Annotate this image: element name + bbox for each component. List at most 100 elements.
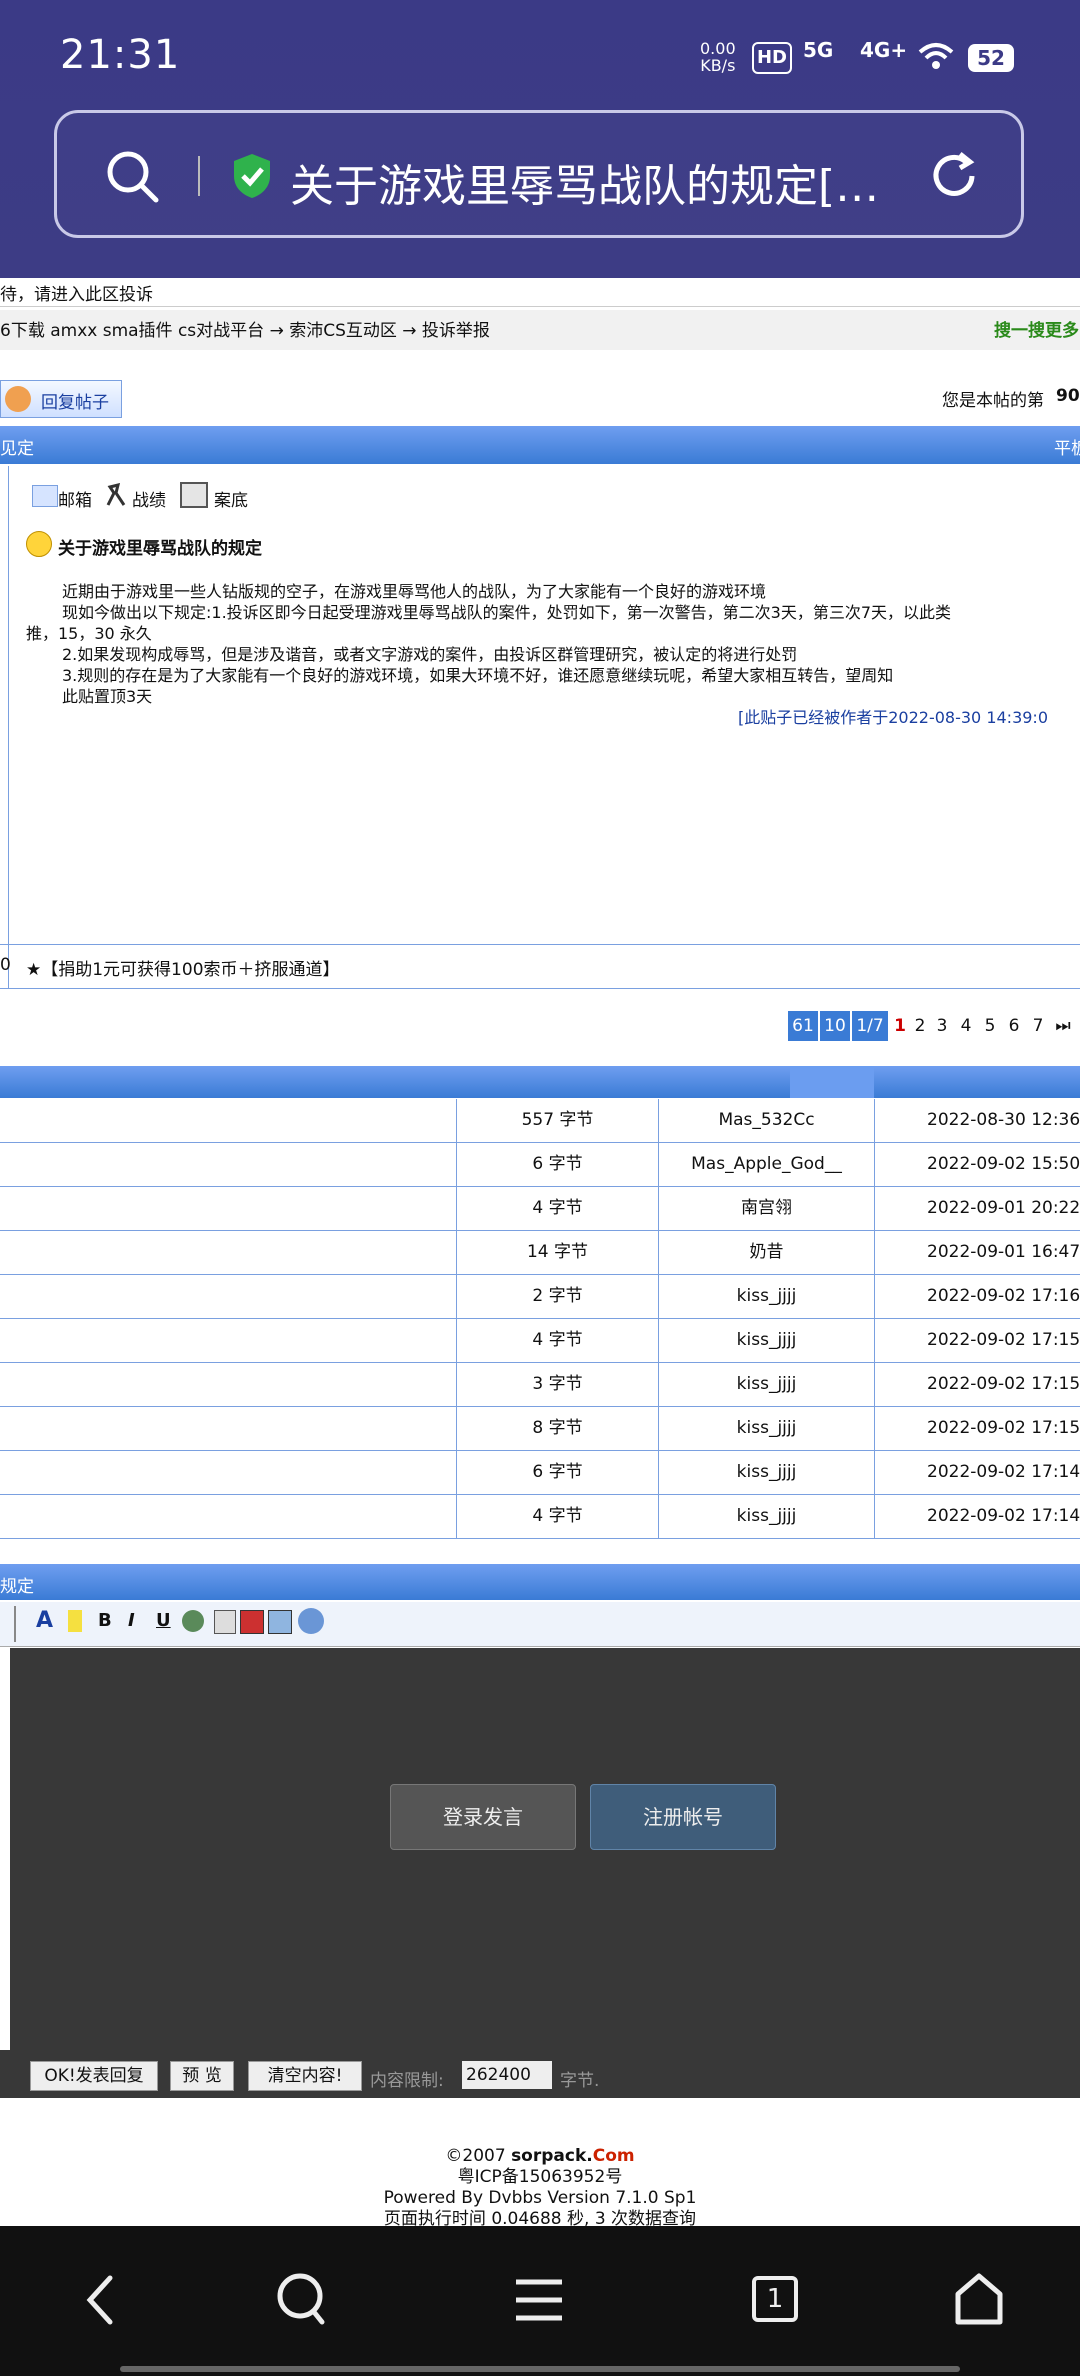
row-time: 2022-09-02 17:14: [874, 1495, 1080, 1538]
divider: [0, 944, 1080, 945]
row-time: 2022-09-02 17:16: [874, 1275, 1080, 1318]
footer-site[interactable]: sorpack.: [511, 2146, 593, 2166]
signature-prefix: 0: [0, 955, 11, 975]
table-row[interactable]: 4 字节 kiss_jjjj 2022-09-02 17:15: [0, 1319, 1080, 1363]
post-title-bar-left: 见定: [0, 439, 34, 459]
footer-powered: Powered By Dvbbs Version 7.1.0 Sp1: [383, 2188, 697, 2208]
search-icon[interactable]: [104, 148, 160, 204]
home-icon[interactable]: [952, 2272, 1006, 2328]
row-time: 2022-09-02 17:15: [874, 1363, 1080, 1406]
wifi-icon: [918, 43, 954, 69]
edited-note: [此贴子已经被作者于2022-08-30 14:39:0: [738, 708, 1048, 727]
reload-icon[interactable]: [926, 148, 982, 204]
italic-icon[interactable]: I: [128, 1610, 135, 1631]
pager-item[interactable]: 4: [956, 1011, 976, 1041]
pager-item[interactable]: 2: [910, 1011, 930, 1041]
pager-item[interactable]: 5: [980, 1011, 1000, 1041]
row-time: 2022-09-01 16:47: [874, 1231, 1080, 1274]
footer: ©2007 sorpack.Com 粤ICP备15063952号 Powered…: [0, 2146, 1080, 2230]
login-button[interactable]: 登录发言: [390, 1784, 576, 1850]
row-size: 4 字节: [456, 1495, 658, 1538]
footer-icp[interactable]: 粤ICP备15063952号: [0, 2167, 1080, 2188]
table-row[interactable]: 6 字节 kiss_jjjj 2022-09-02 17:14: [0, 1451, 1080, 1495]
limit-input[interactable]: 262400: [462, 2061, 552, 2089]
footer-copyright: ©2007: [445, 2146, 506, 2166]
top-notice[interactable]: 待，请进入此区投诉: [0, 280, 153, 305]
reply-button-label: 回复帖子: [41, 393, 109, 413]
limit-unit: 字节.: [560, 2071, 600, 2091]
bold-icon[interactable]: B: [98, 1610, 112, 1631]
table-row[interactable]: 14 字节 奶昔 2022-09-01 16:47: [0, 1231, 1080, 1275]
pager-item[interactable]: 1: [890, 1011, 910, 1041]
font-color-icon[interactable]: A: [36, 1608, 53, 1633]
editor-overlay: [10, 1648, 1080, 2098]
breadcrumb[interactable]: 6下载 amxx sma插件 cs对战平台 → 索沛CS互动区 → 投诉举报: [0, 316, 490, 341]
reply-icon: [5, 386, 31, 412]
pager-page: 1/7: [852, 1011, 888, 1041]
record-link[interactable]: 战绩: [132, 486, 166, 511]
underline-icon[interactable]: U: [156, 1610, 171, 1631]
shield-check-icon: [234, 154, 270, 198]
image-icon[interactable]: [268, 1610, 292, 1634]
battery-icon: 52: [968, 44, 1014, 72]
emoji-icon[interactable]: [298, 1608, 324, 1634]
table-row[interactable]: 8 字节 kiss_jjjj 2022-09-02 17:15: [0, 1407, 1080, 1451]
signal-4g-icon: 4G+: [860, 38, 908, 62]
table-row[interactable]: 2 字节 kiss_jjjj 2022-09-02 17:16: [0, 1275, 1080, 1319]
table-row[interactable]: 6 字节 Mas_Apple_God__ 2022-09-02 15:50: [0, 1143, 1080, 1187]
reply-button[interactable]: 回复帖子: [0, 380, 122, 418]
row-author[interactable]: 南宫翎: [658, 1187, 874, 1230]
signature[interactable]: ★【捐助1元可获得100索币＋挤服通道】: [26, 955, 340, 980]
tabs-icon[interactable]: 1: [752, 2276, 798, 2322]
pager-item[interactable]: 3: [932, 1011, 952, 1041]
row-author[interactable]: kiss_jjjj: [658, 1495, 874, 1538]
limit-label: 内容限制:: [370, 2071, 444, 2091]
row-author[interactable]: kiss_jjjj: [658, 1363, 874, 1406]
search-more-link[interactable]: 搜一搜更多: [994, 316, 1079, 341]
row-author[interactable]: 奶昔: [658, 1231, 874, 1274]
table-row[interactable]: 3 字节 kiss_jjjj 2022-09-02 17:15: [0, 1363, 1080, 1407]
status-time: 21:31: [60, 32, 181, 78]
post-body-line: 现如今做出以下规定:1.投诉区即今日起受理游戏里辱骂战队的案件，处罚如下，第一次…: [62, 603, 952, 622]
table-row[interactable]: 4 字节 南宫翎 2022-09-01 20:22: [0, 1187, 1080, 1231]
pager-first[interactable]: 61: [788, 1011, 818, 1041]
file-icon: [180, 482, 208, 508]
document-icon[interactable]: [214, 1610, 236, 1634]
smiley-icon: [26, 531, 52, 557]
row-author[interactable]: kiss_jjjj: [658, 1407, 874, 1450]
row-author[interactable]: Mas_Apple_God__: [658, 1143, 874, 1186]
file-link[interactable]: 案底: [214, 486, 248, 511]
media-icon[interactable]: [240, 1610, 264, 1634]
pager-item[interactable]: 7: [1028, 1011, 1048, 1041]
preview-button[interactable]: 预 览: [170, 2061, 234, 2091]
menu-icon[interactable]: [512, 2276, 566, 2324]
row-author[interactable]: kiss_jjjj: [658, 1451, 874, 1494]
register-button[interactable]: 注册帐号: [590, 1784, 776, 1850]
pager-count: 10: [820, 1011, 850, 1041]
row-author[interactable]: kiss_jjjj: [658, 1319, 874, 1362]
search-nav-icon[interactable]: [274, 2270, 330, 2330]
clear-button[interactable]: 清空内容!: [248, 2061, 362, 2091]
page-title[interactable]: 关于游戏里辱骂战队的规定[…: [290, 150, 879, 214]
row-time: 2022-09-02 17:15: [874, 1407, 1080, 1450]
row-author[interactable]: Mas_532Cc: [658, 1099, 874, 1142]
back-icon[interactable]: [80, 2272, 120, 2328]
pager-last[interactable]: ⏭: [1050, 1011, 1076, 1041]
post-title: 关于游戏里辱骂战队的规定: [58, 539, 262, 559]
row-size: 2 字节: [456, 1275, 658, 1318]
mail-link[interactable]: 邮箱: [58, 486, 92, 511]
reply-bar: [0, 1564, 1080, 1600]
highlight-icon[interactable]: [68, 1610, 82, 1632]
row-author[interactable]: kiss_jjjj: [658, 1275, 874, 1318]
row-size: 14 字节: [456, 1231, 658, 1274]
table-row[interactable]: 4 字节 kiss_jjjj 2022-09-02 17:14: [0, 1495, 1080, 1539]
pager-item[interactable]: 6: [1004, 1011, 1024, 1041]
submit-reply-button[interactable]: OK!发表回复: [30, 2061, 158, 2091]
row-time: 2022-08-30 12:36: [874, 1099, 1080, 1142]
row-size: 6 字节: [456, 1143, 658, 1186]
footer-site-tld[interactable]: Com: [593, 2146, 635, 2166]
link-icon[interactable]: [182, 1610, 204, 1632]
post-body-line: 3.规则的存在是为了大家能有一个良好的游戏环境，如果大环境不好，谁还愿意继续玩呢…: [62, 666, 894, 685]
row-size: 3 字节: [456, 1363, 658, 1406]
table-row[interactable]: 557 字节 Mas_532Cc 2022-08-30 12:36: [0, 1099, 1080, 1143]
